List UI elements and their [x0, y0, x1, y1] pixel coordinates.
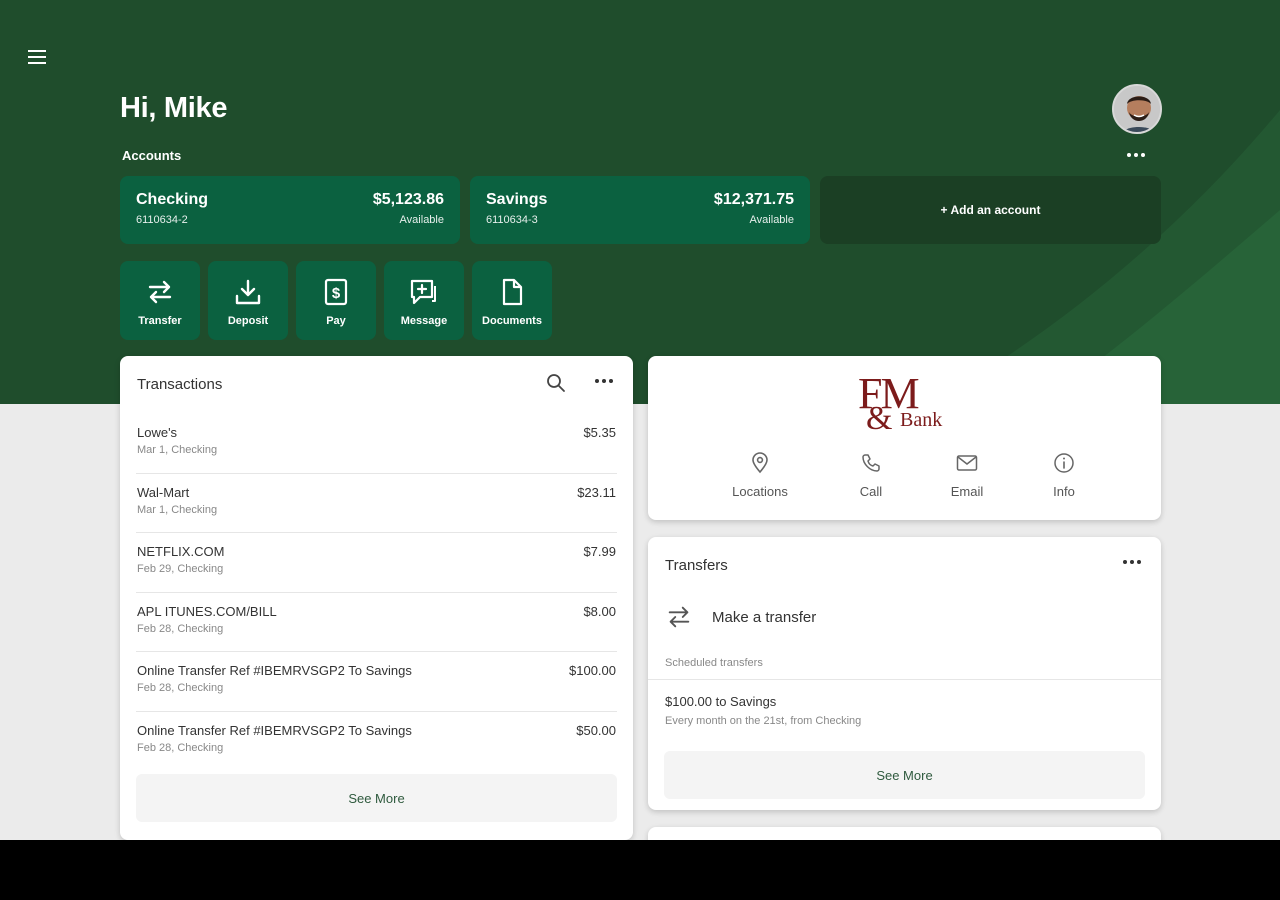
- message-icon: [410, 279, 436, 305]
- link-label: Email: [950, 484, 984, 499]
- action-label: Documents: [482, 315, 542, 327]
- app-screen: Hi, Mike Accounts Checking 6110634-2 $5,…: [0, 0, 1280, 840]
- action-pay-button[interactable]: $ Pay: [296, 261, 376, 340]
- scheduled-transfer-detail: Every month on the 21st, from Checking: [665, 715, 862, 727]
- transaction-description: Lowe's: [137, 425, 178, 440]
- link-label: Locations: [732, 484, 788, 499]
- account-card-checking[interactable]: Checking 6110634-2 $5,123.86 Available: [120, 176, 460, 244]
- transaction-description: Online Transfer Ref #IBEMRVSGP2 To Savin…: [137, 663, 412, 678]
- account-number: 6110634-3: [486, 214, 538, 226]
- menu-button[interactable]: [26, 46, 48, 68]
- transaction-meta: Mar 1, Checking: [137, 503, 218, 516]
- more-horizontal-icon: [1123, 560, 1141, 564]
- transactions-see-more-button[interactable]: See More: [136, 774, 617, 822]
- bank-logo-ampersand: &: [866, 400, 893, 437]
- transaction-row[interactable]: Online Transfer Ref #IBEMRVSGP2 To Savin…: [120, 652, 633, 712]
- scheduled-transfer-title: $100.00 to Savings: [665, 694, 777, 709]
- svg-text:$: $: [332, 285, 341, 302]
- action-deposit-button[interactable]: Deposit: [208, 261, 288, 340]
- transfers-card: Transfers Make a transfer Scheduled tran…: [648, 537, 1161, 810]
- transaction-description: APL ITUNES.COM/BILL: [137, 603, 277, 619]
- action-transfer-button[interactable]: Transfer: [120, 261, 200, 340]
- locations-link[interactable]: Locations: [715, 452, 805, 499]
- pay-icon: $: [324, 278, 348, 306]
- email-link[interactable]: Email: [922, 452, 1012, 499]
- account-balance: $5,123.86: [372, 191, 444, 208]
- scheduled-transfer-row[interactable]: $100.00 to Savings Every month on the 21…: [648, 680, 1161, 740]
- call-link[interactable]: Call: [826, 452, 916, 499]
- action-label: Deposit: [227, 315, 269, 327]
- more-horizontal-icon: [1127, 153, 1145, 157]
- bank-logo: FM & Bank: [858, 372, 952, 437]
- transaction-meta: Feb 28, Checking: [137, 622, 224, 635]
- info-link[interactable]: Info: [1019, 452, 1109, 499]
- make-transfer-label: Make a transfer: [712, 608, 817, 626]
- link-label: Info: [1053, 484, 1075, 499]
- transactions-list: Lowe's Mar 1, Checking $5.35 Wal-Mart Ma…: [120, 414, 633, 771]
- account-card-savings[interactable]: Savings 6110634-3 $12,371.75 Available: [470, 176, 810, 244]
- transaction-meta: Feb 28, Checking: [137, 741, 224, 754]
- action-label: Transfer: [138, 315, 182, 327]
- transaction-description: Wal-Mart: [137, 484, 190, 500]
- transactions-title: Transactions: [137, 376, 223, 393]
- transaction-amount: $50.00: [576, 722, 616, 738]
- greeting-title: Hi, Mike: [120, 92, 228, 124]
- transactions-more-button[interactable]: [592, 374, 616, 388]
- deposit-icon: [235, 279, 261, 305]
- transaction-amount: $8.00: [583, 603, 616, 619]
- transaction-row[interactable]: Wal-Mart Mar 1, Checking $23.11: [120, 474, 633, 534]
- transactions-card: Transactions Lowe's Mar 1, Checking $5.3…: [120, 356, 633, 840]
- phone-icon: [862, 454, 880, 472]
- action-label: Pay: [326, 315, 346, 327]
- bottom-letterbox: [0, 840, 1280, 900]
- transaction-amount: $5.35: [583, 425, 616, 440]
- account-name: Savings: [486, 191, 548, 208]
- header-banner: Hi, Mike Accounts Checking 6110634-2 $5,…: [0, 0, 1280, 404]
- transactions-search-button[interactable]: [546, 373, 566, 393]
- account-balance-label: Available: [749, 214, 794, 226]
- transaction-amount: $100.00: [569, 663, 616, 678]
- make-transfer-button[interactable]: Make a transfer: [664, 597, 816, 637]
- transaction-description: Online Transfer Ref #IBEMRVSGP2 To Savin…: [137, 722, 412, 738]
- accounts-more-button[interactable]: [1124, 148, 1148, 162]
- transfer-icon: [668, 606, 690, 628]
- scheduled-transfers-label: Scheduled transfers: [665, 657, 763, 669]
- more-horizontal-icon: [595, 379, 613, 383]
- bank-info-card: FM & Bank Locations Call Email Info: [648, 356, 1161, 520]
- transaction-meta: Feb 29, Checking: [137, 563, 224, 575]
- location-pin-icon: [752, 452, 768, 474]
- transfers-title: Transfers: [665, 557, 728, 574]
- info-icon: [1054, 453, 1074, 473]
- transaction-meta: Mar 1, Checking: [137, 444, 218, 456]
- transfers-see-more-button[interactable]: See More: [664, 751, 1145, 799]
- transfers-more-button[interactable]: [1120, 555, 1144, 569]
- action-label: Message: [400, 315, 448, 327]
- accounts-label: Accounts: [122, 148, 182, 163]
- account-name: Checking: [136, 191, 209, 208]
- transaction-amount: $23.11: [577, 484, 616, 500]
- transfer-icon: [148, 280, 172, 304]
- next-card-partial: [648, 827, 1161, 840]
- link-label: Call: [859, 484, 883, 499]
- transaction-description: NETFLIX.COM: [137, 544, 225, 559]
- account-number: 6110634-2: [136, 214, 188, 226]
- email-icon: [956, 455, 978, 471]
- transaction-row[interactable]: Online Transfer Ref #IBEMRVSGP2 To Savin…: [120, 712, 633, 772]
- bank-logo-word: Bank: [900, 409, 943, 431]
- transaction-amount: $7.99: [583, 544, 616, 559]
- account-balance-label: Available: [399, 214, 444, 226]
- transaction-row[interactable]: NETFLIX.COM Feb 29, Checking $7.99: [120, 533, 633, 593]
- transaction-row[interactable]: Lowe's Mar 1, Checking $5.35: [120, 414, 633, 474]
- documents-icon: [502, 278, 523, 306]
- account-balance: $12,371.75: [713, 191, 794, 208]
- transaction-row[interactable]: APL ITUNES.COM/BILL Feb 28, Checking $8.…: [120, 593, 633, 653]
- add-account-button[interactable]: + Add an account: [820, 176, 1161, 244]
- transaction-meta: Feb 28, Checking: [137, 682, 224, 694]
- search-icon: [547, 374, 565, 392]
- action-message-button[interactable]: Message: [384, 261, 464, 340]
- action-documents-button[interactable]: Documents: [472, 261, 552, 340]
- profile-avatar[interactable]: [1112, 84, 1162, 134]
- hamburger-icon: [28, 50, 46, 64]
